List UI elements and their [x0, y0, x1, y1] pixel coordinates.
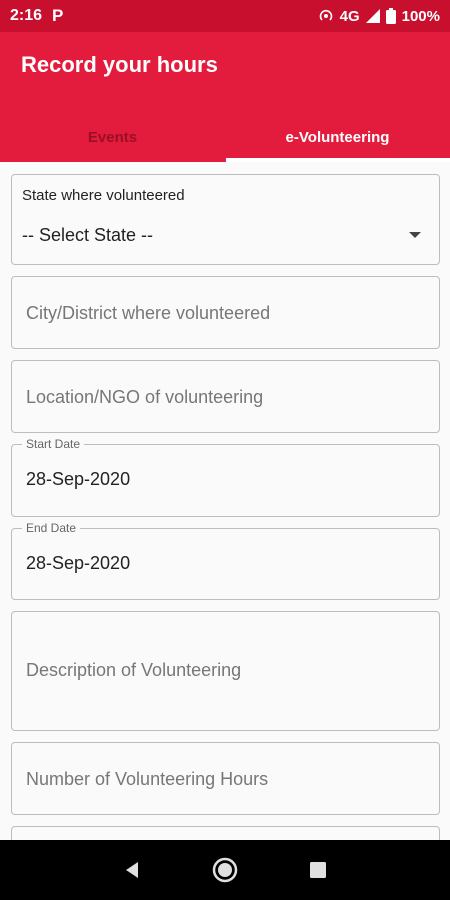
battery-icon: [385, 8, 396, 24]
end-date-field[interactable]: End Date 28-Sep-2020: [11, 521, 440, 600]
end-date-value: 28-Sep-2020: [26, 553, 131, 573]
city-input[interactable]: City/District where volunteered: [11, 276, 440, 349]
tab-e-volunteering[interactable]: e-Volunteering: [225, 112, 450, 162]
active-tab-indicator: [226, 158, 450, 162]
home-icon[interactable]: [210, 855, 240, 885]
app-bar: Record your hours Events e-Volunteering: [0, 32, 450, 162]
city-placeholder: City/District where volunteered: [26, 303, 271, 323]
page-title: Record your hours: [21, 52, 218, 77]
tab-events[interactable]: Events: [0, 112, 225, 162]
hotspot-icon: [318, 8, 334, 24]
app-notification-icon: P: [52, 6, 64, 25]
start-date-label: Start Date: [22, 437, 85, 451]
recents-icon[interactable]: [303, 855, 333, 885]
network-type: 4G: [339, 7, 360, 25]
status-time: 2:16: [10, 7, 43, 24]
location-input[interactable]: Location/NGO of volunteering: [11, 360, 440, 433]
hours-placeholder: Number of Volunteering Hours: [26, 769, 269, 789]
system-nav-bar: [0, 840, 450, 900]
end-date-label: End Date: [22, 521, 81, 535]
hours-input[interactable]: Number of Volunteering Hours: [11, 742, 440, 815]
signal-icon: [365, 9, 380, 23]
state-label: State where volunteered: [22, 187, 185, 204]
battery-level: 100%: [401, 7, 440, 25]
state-dropdown[interactable]: State where volunteered -- Select State …: [11, 174, 440, 265]
back-icon[interactable]: [117, 855, 147, 885]
state-selected-value: -- Select State --: [22, 225, 154, 245]
description-placeholder: Description of Volunteering: [26, 660, 242, 680]
location-placeholder: Location/NGO of volunteering: [26, 387, 264, 407]
dropdown-arrow-icon: [409, 232, 421, 238]
description-input[interactable]: Description of Volunteering: [11, 611, 440, 731]
status-bar: 2:16 P 4G 100%: [0, 0, 450, 32]
start-date-value: 28-Sep-2020: [26, 469, 131, 489]
start-date-field[interactable]: Start Date 28-Sep-2020: [11, 437, 440, 517]
tab-bar: Events e-Volunteering: [0, 112, 450, 162]
